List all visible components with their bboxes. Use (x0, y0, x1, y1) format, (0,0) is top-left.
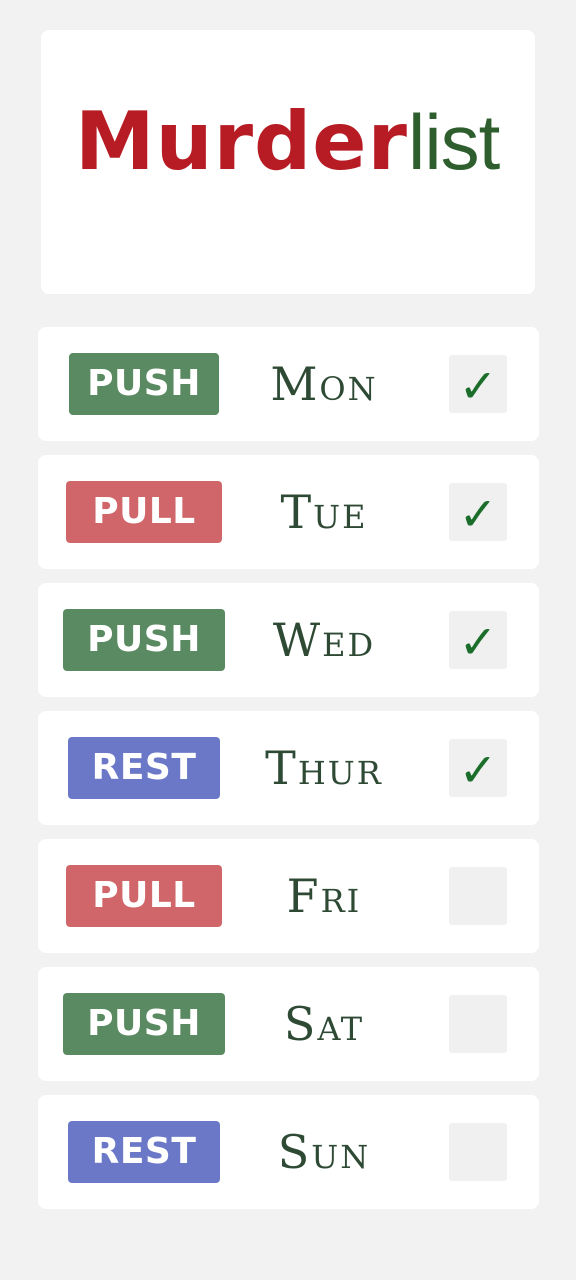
day-label: Tue (280, 485, 368, 539)
workout-badge: REST (68, 737, 220, 799)
day-checkbox[interactable] (449, 995, 507, 1053)
day-row-tue: PULL Tue ✓ (38, 455, 539, 569)
day-row-sun: REST Sun (38, 1095, 539, 1209)
day-checkbox[interactable] (449, 1123, 507, 1181)
day-row-fri: PULL Fri (38, 839, 539, 953)
day-label: Wed (272, 613, 376, 667)
check-mark-icon: ✓ (458, 743, 498, 797)
day-checkbox[interactable] (449, 867, 507, 925)
day-label: Mon (270, 357, 378, 411)
check-mark-icon: ✓ (458, 615, 498, 669)
day-row-wed: PUSH Wed ✓ (38, 583, 539, 697)
day-row-thur: REST Thur ✓ (38, 711, 539, 825)
check-mark-icon: ✓ (458, 487, 498, 541)
workout-badge: PUSH (63, 993, 225, 1055)
day-checkbox[interactable]: ✓ (449, 355, 507, 413)
workout-badge: PULL (66, 865, 222, 927)
day-label: Thur (265, 741, 383, 795)
logo-secondary-text: list (408, 98, 500, 186)
workout-badge: PULL (66, 481, 222, 543)
day-label: Sat (283, 997, 365, 1051)
day-checkbox[interactable]: ✓ (449, 739, 507, 797)
check-mark-icon: ✓ (458, 359, 498, 413)
workout-badge: PUSH (63, 609, 225, 671)
day-checkbox[interactable]: ✓ (449, 483, 507, 541)
day-list: PUSH Mon ✓ PULL Tue ✓ PUSH Wed ✓ REST Thur ✓ PULL Fri… (38, 327, 539, 1223)
logo-card: Murderlist (41, 30, 535, 294)
day-label: Sun (277, 1125, 371, 1179)
logo-primary-text: Murder (75, 95, 408, 188)
day-checkbox[interactable]: ✓ (449, 611, 507, 669)
day-label: Fri (286, 869, 362, 923)
day-row-mon: PUSH Mon ✓ (38, 327, 539, 441)
workout-badge: PUSH (69, 353, 219, 415)
app-logo: Murderlist (75, 102, 500, 182)
day-row-sat: PUSH Sat (38, 967, 539, 1081)
workout-badge: REST (68, 1121, 220, 1183)
